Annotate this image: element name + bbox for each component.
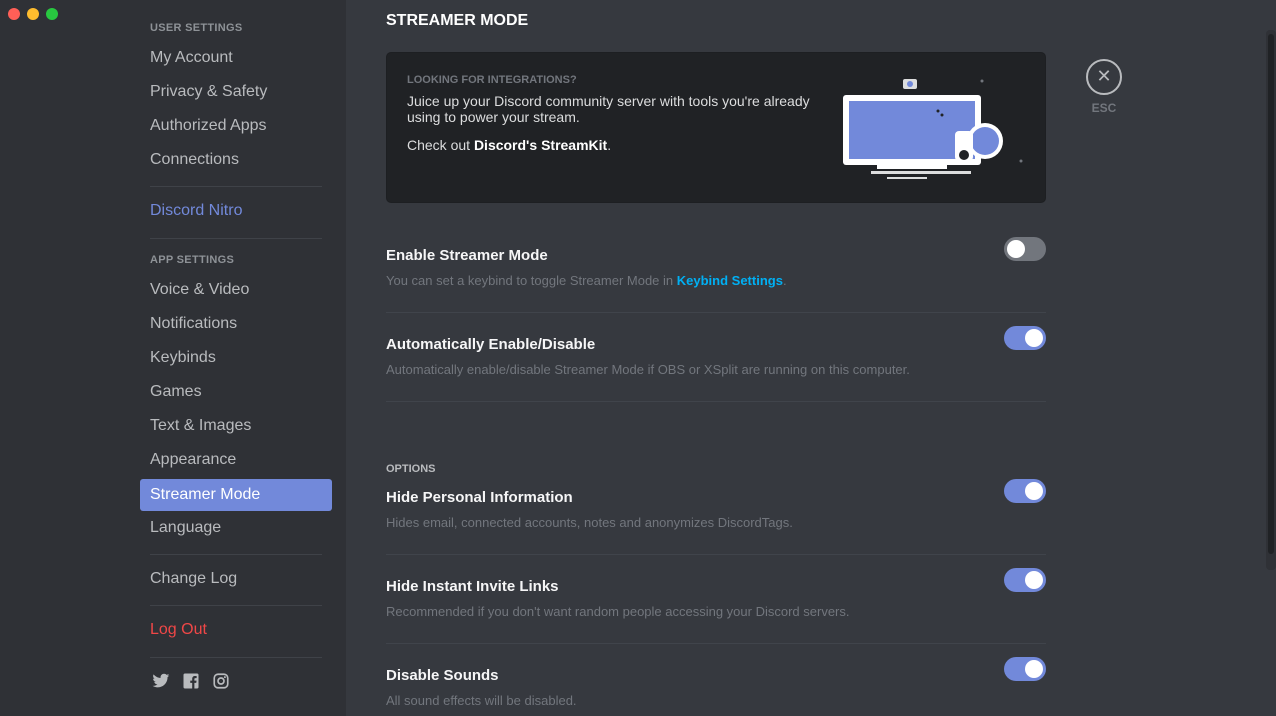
keybind-settings-link[interactable]: Keybind Settings xyxy=(677,273,783,288)
hide-invite-links-toggle[interactable] xyxy=(1004,568,1046,592)
sidebar-item-language[interactable]: Language xyxy=(140,512,332,544)
window-close-button[interactable] xyxy=(8,8,20,20)
close-settings: ✕ ESC xyxy=(1086,59,1122,115)
setting-title: Automatically Enable/Disable xyxy=(386,336,596,353)
nav-divider xyxy=(150,605,322,606)
streamkit-banner: Looking for integrations? Juice up your … xyxy=(386,52,1046,203)
setting-desc-prefix: You can set a keybind to toggle Streamer… xyxy=(386,273,677,288)
banner-text: Juice up your Discord community server w… xyxy=(407,93,810,125)
nav-divider xyxy=(150,186,322,187)
sidebar-item-authorized-apps[interactable]: Authorized Apps xyxy=(140,110,332,142)
sidebar-item-notifications[interactable]: Notifications xyxy=(140,308,332,340)
banner-link-prefix: Check out xyxy=(407,137,474,153)
hide-personal-info-toggle[interactable] xyxy=(1004,479,1046,503)
toggle-knob xyxy=(1025,571,1043,589)
setting-description: You can set a keybind to toggle Streamer… xyxy=(386,273,787,288)
setting-divider xyxy=(386,643,1046,644)
sidebar-item-change-log[interactable]: Change Log xyxy=(140,563,332,595)
user-settings-header: User Settings xyxy=(150,22,243,34)
sidebar-item-voice-video[interactable]: Voice & Video xyxy=(140,274,332,306)
social-links xyxy=(152,672,230,690)
app-settings-header: App Settings xyxy=(150,254,235,266)
sidebar-item-privacy-safety[interactable]: Privacy & Safety xyxy=(140,76,332,108)
facebook-icon[interactable] xyxy=(182,672,200,690)
setting-title: Disable Sounds xyxy=(386,667,499,684)
nav-divider xyxy=(150,657,322,658)
page-title: Streamer Mode xyxy=(386,12,529,29)
sidebar-item-text-images[interactable]: Text & Images xyxy=(140,410,332,442)
sidebar-item-games[interactable]: Games xyxy=(140,376,332,408)
setting-title: Hide Personal Information xyxy=(386,489,573,506)
auto-enable-disable-toggle[interactable] xyxy=(1004,326,1046,350)
sidebar-item-log-out[interactable]: Log Out xyxy=(140,614,332,646)
setting-divider xyxy=(386,312,1046,313)
setting-divider xyxy=(386,401,1046,402)
setting-description: Hides email, connected accounts, notes a… xyxy=(386,515,793,530)
toggle-knob xyxy=(1007,240,1025,258)
window-maximize-button[interactable] xyxy=(46,8,58,20)
twitter-icon[interactable] xyxy=(152,672,170,690)
setting-title: Enable Streamer Mode xyxy=(386,247,548,264)
toggle-knob xyxy=(1025,660,1043,678)
nav-divider xyxy=(150,554,322,555)
setting-description: All sound effects will be disabled. xyxy=(386,693,577,708)
sidebar-item-streamer-mode[interactable]: Streamer Mode xyxy=(140,479,332,511)
setting-description: Automatically enable/disable Streamer Mo… xyxy=(386,362,910,377)
disable-sounds-toggle[interactable] xyxy=(1004,657,1046,681)
close-button[interactable]: ✕ xyxy=(1086,59,1122,95)
setting-description: Recommended if you don't want random peo… xyxy=(386,604,850,619)
window-controls xyxy=(8,8,58,20)
sidebar-item-my-account[interactable]: My Account xyxy=(140,42,332,74)
setting-divider xyxy=(386,554,1046,555)
sidebar: User Settings My Account Privacy & Safet… xyxy=(0,0,346,716)
sidebar-item-connections[interactable]: Connections xyxy=(140,144,332,176)
esc-label: ESC xyxy=(1091,101,1117,115)
enable-streamer-mode-toggle[interactable] xyxy=(1004,237,1046,261)
setting-title: Hide Instant Invite Links xyxy=(386,578,559,595)
toggle-knob xyxy=(1025,482,1043,500)
options-header: Options xyxy=(386,463,436,475)
streamkit-link[interactable]: Discord's StreamKit xyxy=(474,137,607,153)
instagram-icon[interactable] xyxy=(212,672,230,690)
banner-link-suffix: . xyxy=(607,137,612,153)
scrollbar[interactable] xyxy=(1266,30,1276,570)
setting-desc-suffix: . xyxy=(782,273,787,288)
nav-divider xyxy=(150,238,322,239)
sidebar-item-keybinds[interactable]: Keybinds xyxy=(140,342,332,374)
window-minimize-button[interactable] xyxy=(27,8,39,20)
scrollbar-thumb[interactable] xyxy=(1268,34,1274,554)
close-icon: ✕ xyxy=(1096,66,1112,86)
banner-label: Looking for integrations? xyxy=(407,74,577,86)
banner-link-line: Check out Discord's StreamKit. xyxy=(407,137,611,153)
sidebar-item-appearance[interactable]: Appearance xyxy=(140,444,332,476)
sidebar-item-discord-nitro[interactable]: Discord Nitro xyxy=(140,195,332,227)
monitor-illustration xyxy=(837,73,1027,190)
toggle-knob xyxy=(1025,329,1043,347)
